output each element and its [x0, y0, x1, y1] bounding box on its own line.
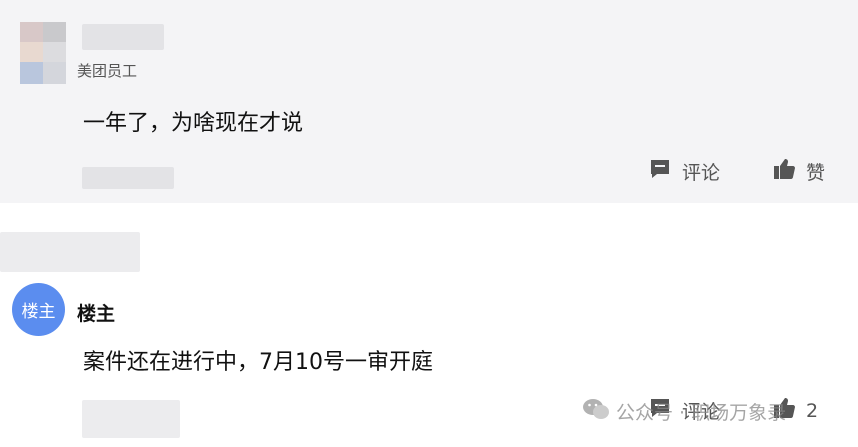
username-redacted[interactable]: [82, 24, 164, 50]
op-avatar-label: 楼主: [21, 302, 56, 322]
comment-text: 案件还在进行中，7月10号一审开庭: [83, 350, 433, 375]
like-label: 赞: [806, 162, 826, 184]
watermark-text: 公众号 · 职场万象录: [616, 402, 787, 424]
like-button[interactable]: 赞: [772, 157, 825, 186]
comment-card: 美团员工 一年了，为啥现在才说 评论 赞: [0, 0, 858, 203]
watermark: 公众号 · 职场万象录: [582, 397, 786, 426]
timestamp-redacted: [82, 400, 180, 438]
comment-icon: [648, 157, 672, 186]
timestamp-redacted: [82, 167, 174, 189]
redacted-block: [0, 232, 140, 272]
author-name[interactable]: 楼主: [77, 299, 115, 326]
comment-button[interactable]: 评论: [648, 157, 720, 186]
comment-label: 评论: [682, 162, 721, 184]
comment-text: 一年了，为啥现在才说: [83, 111, 304, 136]
like-count: 2: [806, 399, 819, 422]
wechat-icon: [582, 397, 610, 426]
op-avatar[interactable]: 楼主: [12, 283, 65, 336]
user-role-label: 美团员工: [77, 62, 138, 80]
thumbs-up-icon: [772, 157, 796, 186]
avatar[interactable]: [20, 22, 66, 84]
